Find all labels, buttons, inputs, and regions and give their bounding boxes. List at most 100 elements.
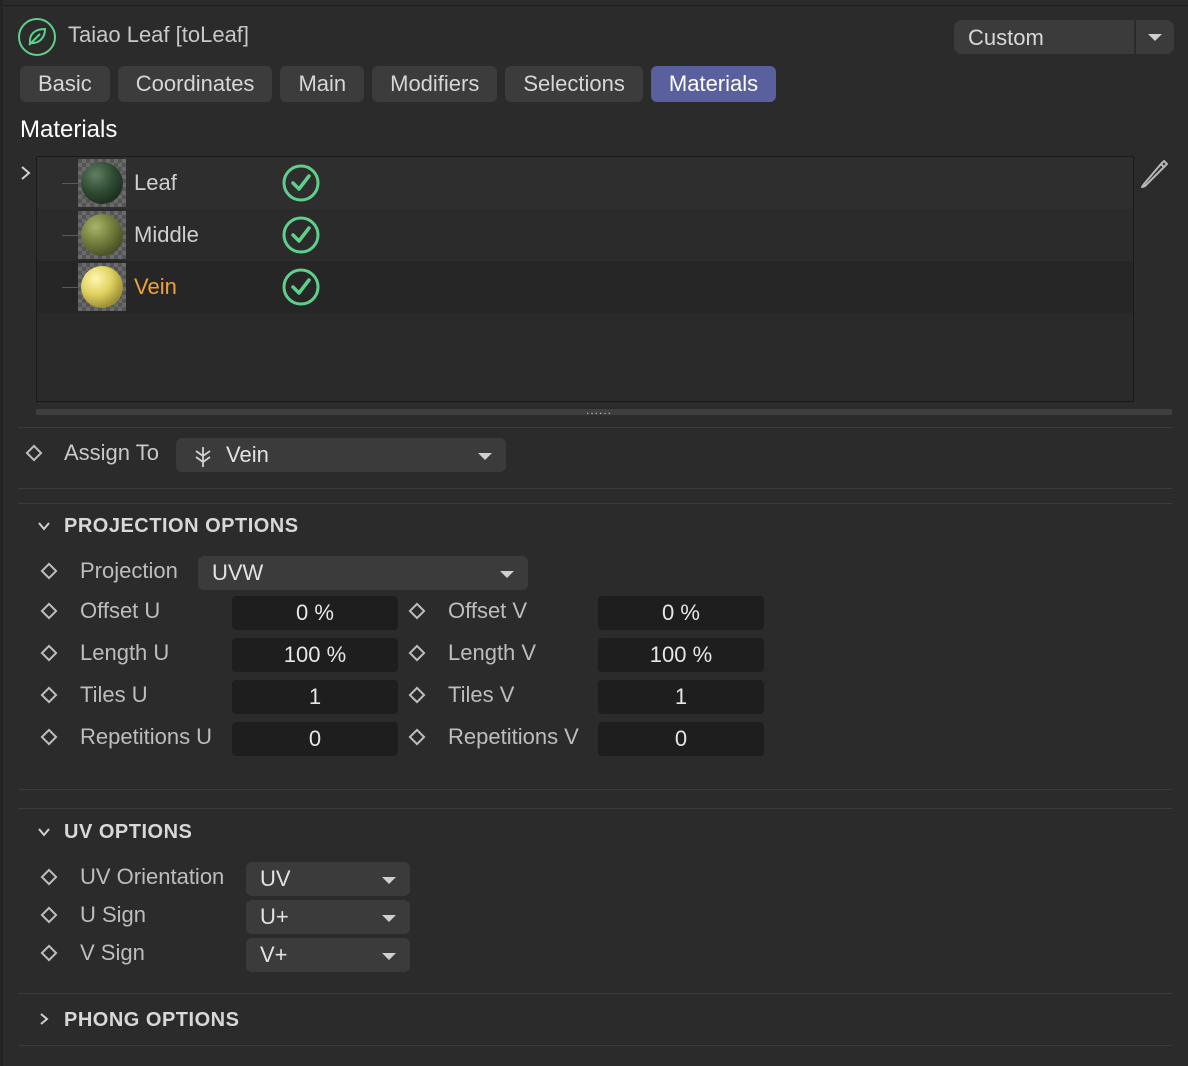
offset-v-field[interactable]: 0 %: [598, 596, 764, 630]
u-sign-dropdown[interactable]: U+: [246, 900, 410, 934]
tab-main[interactable]: Main: [280, 66, 365, 102]
repetitions-v-field[interactable]: 0: [598, 722, 764, 756]
material-name: Vein: [134, 274, 177, 299]
chevron-down-icon: [382, 953, 396, 960]
object-header: Taiao Leaf [toLeaf] Custom: [18, 16, 1174, 56]
u-sign-label: U Sign: [80, 902, 147, 927]
assign-to-dropdown[interactable]: Vein: [176, 438, 506, 472]
chevron-down-icon[interactable]: [1148, 34, 1162, 41]
check-circle-icon[interactable]: [281, 163, 321, 203]
phong-options-header[interactable]: PHONG OPTIONS: [64, 1009, 239, 1032]
projection-value: UVW: [212, 560, 264, 585]
v-sign-dropdown[interactable]: V+: [246, 938, 410, 972]
material-sphere: [81, 214, 123, 256]
length-v-field[interactable]: 100 %: [598, 638, 764, 672]
uv-orientation-dropdown[interactable]: UV: [246, 862, 410, 896]
divider: [18, 503, 1172, 504]
keyframe-diamond-icon[interactable]: [40, 602, 58, 620]
v-sign-label: V Sign: [80, 940, 145, 965]
chevron-down-icon: [478, 453, 492, 460]
divider: [18, 427, 1172, 428]
tiles-v-field[interactable]: 1: [598, 680, 764, 714]
material-row-middle[interactable]: Middle: [37, 209, 1133, 261]
keyframe-diamond-icon[interactable]: [408, 602, 426, 620]
keyframe-diamond-icon[interactable]: [40, 562, 58, 580]
layout-preset-value: Custom: [968, 25, 1044, 50]
materials-section-title: Materials: [20, 116, 118, 143]
material-name: Middle: [134, 222, 199, 247]
tab-coordinates[interactable]: Coordinates: [117, 66, 273, 102]
keyframe-diamond-icon[interactable]: [40, 644, 58, 662]
uv-orientation-label: UV Orientation: [80, 864, 225, 889]
tab-modifiers[interactable]: Modifiers: [372, 66, 498, 102]
u-sign-value: U+: [260, 904, 289, 929]
offset-u-label: Offset U: [80, 598, 161, 623]
divider: [18, 993, 1172, 994]
tree-branch: [62, 287, 78, 288]
tiles-u-field[interactable]: 1: [232, 680, 398, 714]
keyframe-diamond-icon[interactable]: [408, 686, 426, 704]
selection-tag-icon: [195, 447, 211, 467]
tab-materials[interactable]: Materials: [650, 66, 777, 102]
material-row-vein[interactable]: Vein: [37, 261, 1133, 313]
repetitions-u-field[interactable]: 0: [232, 722, 398, 756]
pencil-icon[interactable]: [1138, 156, 1170, 190]
length-u-label: Length U: [80, 640, 170, 665]
layout-preset-dropdown[interactable]: Custom: [954, 20, 1174, 54]
leaf-icon: [18, 18, 56, 56]
divider: [18, 488, 1172, 489]
repetitions-u-label: Repetitions U: [80, 724, 213, 749]
divider: [18, 808, 1172, 809]
offset-v-label: Offset V: [448, 598, 528, 623]
assign-to-label: Assign To: [64, 440, 159, 465]
tiles-v-label: Tiles V: [448, 682, 515, 707]
chevron-down-icon[interactable]: [37, 519, 51, 533]
projection-label: Projection: [80, 558, 178, 583]
offset-u-field[interactable]: 0 %: [232, 596, 398, 630]
repetitions-v-label: Repetitions V: [448, 724, 579, 749]
left-border: [0, 0, 3, 1066]
keyframe-diamond-icon[interactable]: [40, 728, 58, 746]
uv-orientation-value: UV: [260, 866, 291, 891]
projection-dropdown[interactable]: UVW: [198, 556, 528, 590]
assign-to-value: Vein: [226, 442, 269, 467]
projection-options-header[interactable]: PROJECTION OPTIONS: [64, 515, 299, 538]
keyframe-diamond-icon[interactable]: [40, 944, 58, 962]
materials-tree: Leaf Middle Vein: [36, 156, 1134, 402]
keyframe-diamond-icon[interactable]: [40, 868, 58, 886]
tab-bar: Basic Coordinates Main Modifiers Selecti…: [20, 66, 777, 102]
chevron-down-icon: [382, 877, 396, 884]
divider: [18, 789, 1172, 790]
uv-options-header[interactable]: UV OPTIONS: [64, 821, 192, 844]
check-circle-icon[interactable]: [281, 215, 321, 255]
chevron-down-icon[interactable]: [37, 825, 51, 839]
material-thumbnail: [78, 159, 126, 207]
resize-grip-icon[interactable]: ......: [586, 403, 612, 417]
chevron-down-icon: [500, 571, 514, 578]
keyframe-diamond-icon[interactable]: [40, 686, 58, 704]
object-title: Taiao Leaf [toLeaf]: [68, 22, 250, 47]
material-thumbnail: [78, 211, 126, 259]
tiles-u-label: Tiles U: [80, 682, 148, 707]
tree-branch: [62, 235, 78, 236]
v-sign-value: V+: [260, 942, 288, 967]
tab-basic[interactable]: Basic: [20, 66, 110, 102]
material-sphere: [81, 266, 123, 308]
dropdown-divider: [1134, 20, 1136, 54]
check-circle-icon[interactable]: [281, 267, 321, 307]
material-thumbnail: [78, 263, 126, 311]
keyframe-diamond-icon[interactable]: [25, 444, 43, 462]
length-v-label: Length V: [448, 640, 537, 665]
chevron-down-icon: [382, 915, 396, 922]
material-row-leaf[interactable]: Leaf: [37, 157, 1133, 209]
tab-selections[interactable]: Selections: [505, 66, 643, 102]
chevron-right-icon[interactable]: [37, 1012, 51, 1026]
chevron-right-icon[interactable]: [18, 164, 34, 182]
keyframe-diamond-icon[interactable]: [40, 906, 58, 924]
length-u-field[interactable]: 100 %: [232, 638, 398, 672]
keyframe-diamond-icon[interactable]: [408, 644, 426, 662]
keyframe-diamond-icon[interactable]: [408, 728, 426, 746]
tree-branch: [62, 183, 78, 184]
material-name: Leaf: [134, 170, 177, 195]
top-border: [0, 0, 1188, 6]
